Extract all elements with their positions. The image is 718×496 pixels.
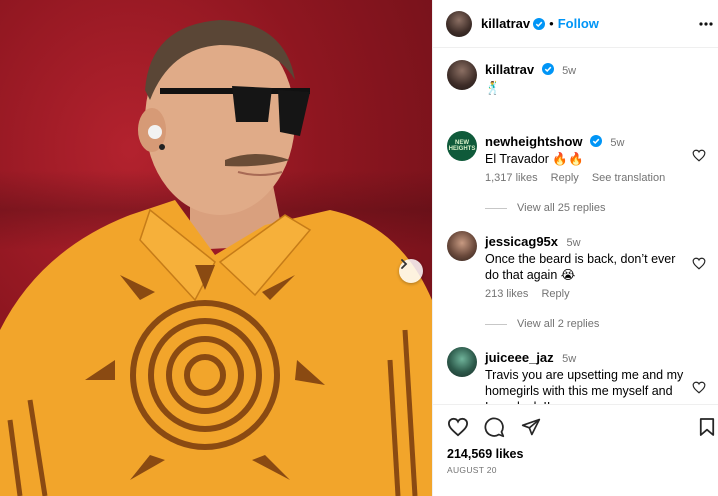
comment-time: 5w (566, 237, 581, 249)
comment-username[interactable]: juiceee_jaz (485, 350, 554, 365)
divider (485, 323, 507, 325)
comment-likes[interactable]: 1,317 likes (485, 172, 538, 184)
post-photo[interactable] (0, 0, 432, 496)
comment-text: El Travador 🔥🔥 (485, 152, 584, 166)
view-replies-label: View all 2 replies (517, 318, 600, 330)
verified-badge-icon (589, 135, 602, 147)
comment-avatar[interactable] (447, 231, 477, 261)
comment: jessicag95x 5w Once the beard is back, d… (485, 233, 685, 283)
see-translation-button[interactable]: See translation (592, 172, 665, 184)
comment-text: Once the beard is back, don’t ever do th… (485, 252, 676, 282)
photo-illustration (0, 20, 432, 496)
caption: killatrav 5w 🕺 (485, 61, 705, 96)
post-date[interactable]: AUGUST 20 (447, 465, 497, 475)
view-replies-button[interactable]: View all 2 replies (485, 318, 599, 330)
chevron-right-icon (401, 259, 408, 269)
post-header: killatrav • Follow (433, 0, 718, 48)
reply-button[interactable]: Reply (551, 172, 579, 184)
view-replies-label: View all 25 replies (517, 202, 606, 214)
heart-icon[interactable] (692, 149, 706, 162)
caption-username[interactable]: killatrav (485, 62, 534, 77)
verified-badge-icon (533, 17, 546, 30)
comment-avatar[interactable] (447, 347, 477, 377)
share-icon[interactable] (521, 417, 541, 437)
comment-text: Travis you are upsetting me and my homeg… (485, 368, 684, 404)
comment: newheightshow 5w El Travador 🔥🔥 (485, 133, 685, 167)
comments-list[interactable]: killatrav 5w 🕺 NEW HEIGHTS newheightshow… (433, 49, 718, 404)
likes-count[interactable]: 214,569 likes (447, 447, 523, 461)
comment-avatar[interactable]: NEW HEIGHTS (447, 131, 477, 161)
post-details-panel: killatrav • Follow killatrav 5w 🕺 NEW HE… (432, 0, 718, 496)
more-options-icon[interactable] (699, 22, 713, 26)
comment-username[interactable]: jessicag95x (485, 234, 558, 249)
heart-icon[interactable] (692, 381, 706, 394)
caption-avatar[interactable] (447, 60, 477, 90)
caption-text: 🕺 (485, 81, 501, 95)
divider (485, 207, 507, 209)
comment-icon[interactable] (484, 417, 505, 438)
comment-likes[interactable]: 213 likes (485, 288, 528, 300)
verified-badge-icon (541, 63, 554, 75)
comment-time: 5w (610, 137, 625, 149)
comment: juiceee_jaz 5w Travis you are upsetting … (485, 349, 685, 404)
like-heart-icon[interactable] (447, 417, 469, 437)
next-photo-button[interactable] (399, 259, 423, 283)
comment-avatar-logo: NEW HEIGHTS (448, 140, 476, 152)
comment-time: 5w (562, 353, 577, 365)
author-avatar[interactable] (446, 11, 472, 37)
save-icon[interactable] (699, 417, 715, 437)
author-username[interactable]: killatrav (481, 16, 530, 31)
view-replies-button[interactable]: View all 25 replies (485, 202, 605, 214)
caption-time: 5w (562, 65, 577, 77)
heart-icon[interactable] (692, 257, 706, 270)
post-actions-footer: 214,569 likes AUGUST 20 (433, 404, 718, 496)
follow-button[interactable]: Follow (558, 16, 599, 31)
comment-username[interactable]: newheightshow (485, 134, 583, 149)
reply-button[interactable]: Reply (541, 288, 569, 300)
